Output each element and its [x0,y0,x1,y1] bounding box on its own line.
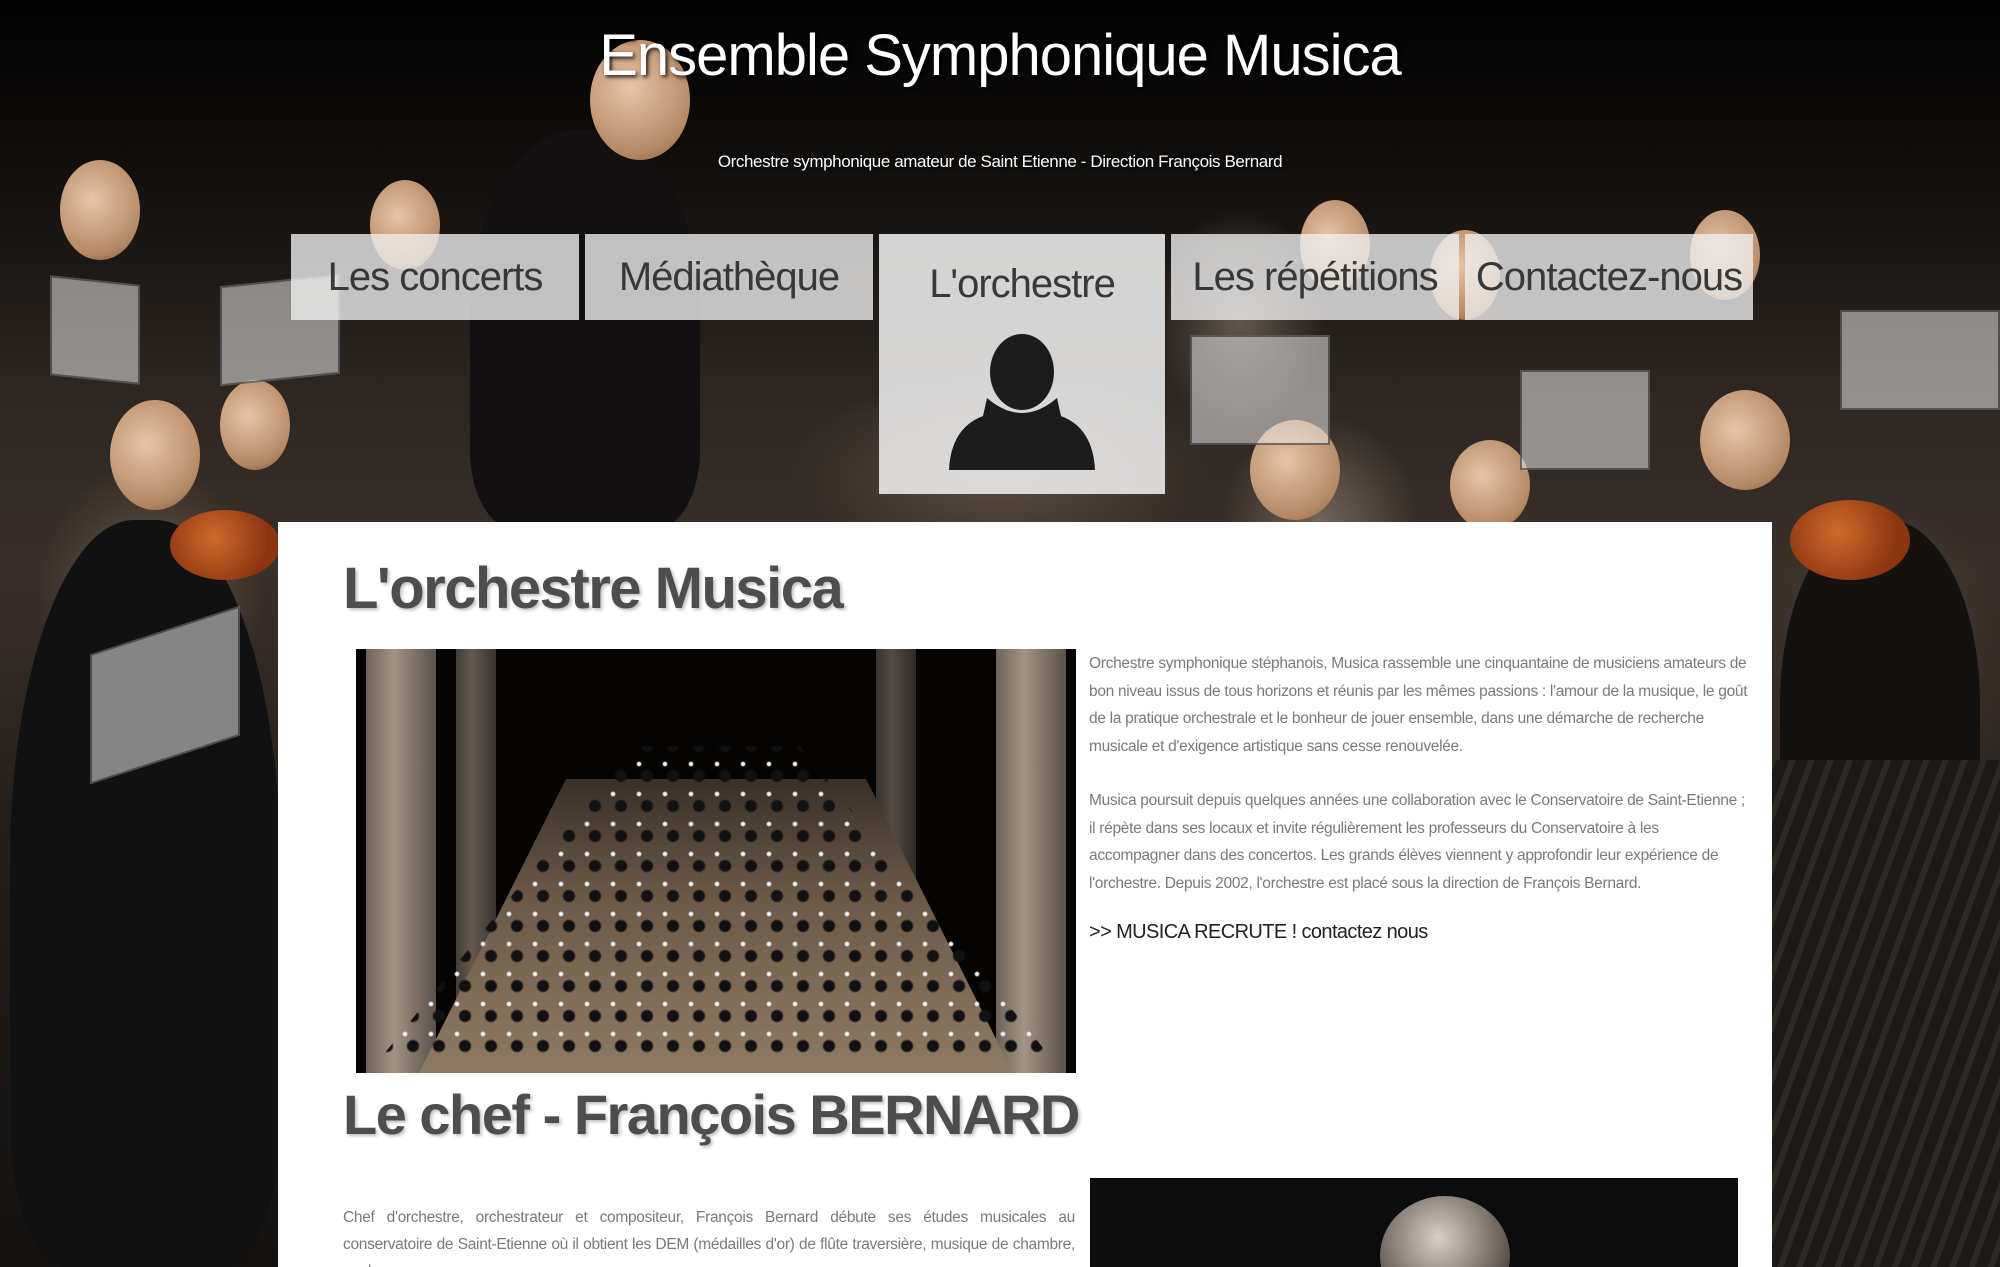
music-stand [50,275,140,385]
intro-paragraph: Orchestre symphonique stéphanois, Musica… [1089,655,1748,755]
nav-item-orchestre-label: L'orchestre [929,262,1116,306]
page-heading: L'orchestre Musica [343,556,844,621]
intro-text: Orchestre symphonique stéphanois, Musica… [1089,650,1749,924]
orchestra-photo [356,649,1076,1073]
nav-item-repetitions[interactable]: Les répétitions [1171,234,1459,320]
nav-item-concerts[interactable]: Les concerts [291,234,579,320]
chef-photo [1090,1178,1738,1267]
nav-item-contact[interactable]: Contactez-nous [1465,234,1753,320]
main-nav: Les concerts Médiathèque L'orchestre Les… [291,234,1753,494]
music-stand [1840,310,2000,410]
site-title: Ensemble Symphonique Musica [599,23,1402,88]
musician-face [110,400,200,510]
chef-heading: Le chef - François BERNARD [343,1083,1080,1146]
recruit-link[interactable]: >> MUSICA RECRUTE ! contactez nous [1089,921,1428,944]
intro-paragraph: Musica poursuit depuis quelques années u… [1089,792,1745,892]
chef-head [1380,1196,1510,1267]
nav-item-orchestre[interactable]: L'orchestre [879,234,1165,494]
person-icon [949,334,1095,470]
violin [170,510,280,580]
stage-chairs [1770,760,2000,1267]
nav-item-mediatheque[interactable]: Médiathèque [585,234,873,320]
violin [1790,500,1910,580]
chef-bio: Chef d'orchestre, orchestrateur et compo… [343,1209,1075,1267]
content-panel: L'orchestre Musica Orchestre symphonique… [278,522,1772,1267]
musician-face [220,380,290,470]
site-subtitle: Orchestre symphonique amateur de Saint E… [717,152,1283,171]
musician-face [60,160,140,260]
